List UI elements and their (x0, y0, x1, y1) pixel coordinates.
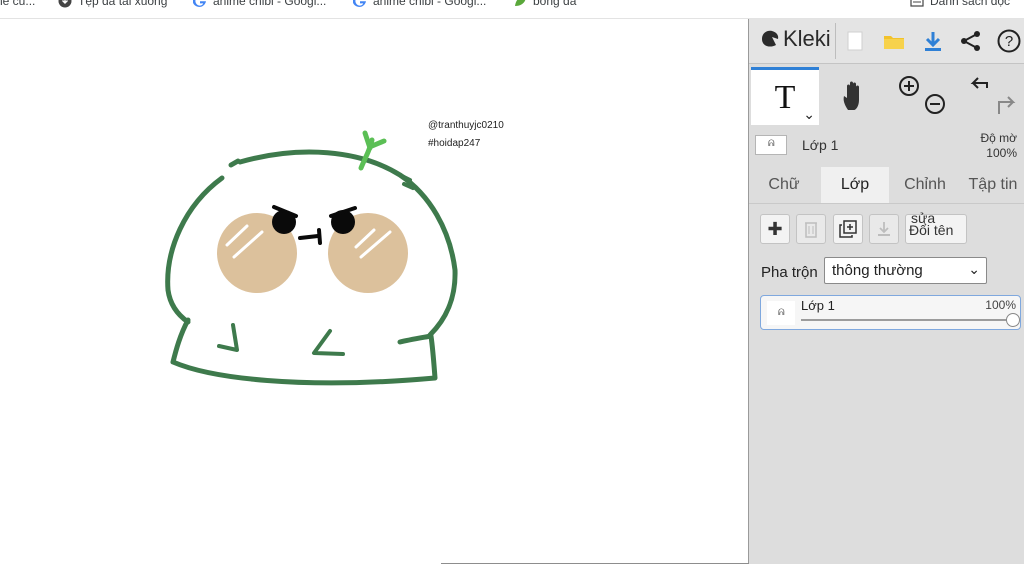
duplicate-icon (839, 220, 857, 238)
hand-tool-button[interactable] (821, 67, 889, 125)
blend-mode-select[interactable]: thông thường ⌄ (824, 257, 987, 284)
tool-row: T ⌄ (749, 67, 1024, 125)
panel-tabs: Chữ Lớp Chỉnh Tập tin (749, 167, 1024, 203)
tab-layers[interactable]: Lớp (821, 167, 889, 203)
leaf-icon (513, 0, 527, 8)
plus-icon: ✚ (767, 218, 783, 239)
new-page-icon[interactable] (843, 29, 867, 53)
bookmark-item[interactable]: ne cu... (0, 0, 35, 8)
kleki-logo[interactable]: Kleki (759, 26, 831, 52)
logo-text: Kleki (783, 26, 831, 51)
credit-hashtag: #hoidap247 (428, 138, 481, 149)
chevron-down-icon: ⌄ (968, 261, 980, 277)
reading-list-button[interactable]: Danh sách đọc (910, 0, 1010, 8)
opacity-label: Độ mờ (980, 131, 1017, 145)
folder-icon[interactable] (882, 29, 906, 53)
layer-thumbnail: ᕱ (755, 135, 787, 155)
blend-mode-label: Pha trộn (761, 264, 818, 281)
layer-opacity-value: 100% (985, 298, 1016, 312)
kleki-logo-icon (762, 30, 779, 47)
bookmark-item[interactable]: Tệp đã tải xuống (58, 0, 167, 8)
opacity-value: 100% (986, 146, 1017, 160)
tool-panel: Kleki ? T ⌄ ᕱ Lớp 1 Độ mờ 100% Chữ Lớp C… (748, 19, 1024, 564)
layers-panel: ✚ sửa Đổi tên Pha trộn thông thường ⌄ ᕱ … (749, 203, 1024, 564)
bookmark-label: bóng đá (533, 0, 577, 8)
trash-icon (805, 222, 817, 238)
merge-down-button[interactable] (869, 214, 899, 244)
chevron-down-icon[interactable]: ⌄ (803, 106, 815, 123)
add-layer-button[interactable]: ✚ (760, 214, 790, 244)
current-layer-name: Lớp 1 (802, 137, 839, 153)
hand-icon (843, 81, 859, 110)
bookmark-item[interactable]: anime chibi - Googl... (192, 0, 327, 8)
credit-username: @tranthuyjc0210 (428, 120, 504, 131)
slider-handle[interactable] (1006, 313, 1020, 327)
bookmarks-bar: ne cu... Tệp đã tải xuống anime chibi - … (0, 0, 1024, 19)
bookmark-label: ne cu... (0, 0, 36, 8)
bookmark-label: anime chibi - Googl... (373, 0, 487, 8)
tab-text[interactable]: Chữ (749, 167, 819, 203)
zoom-buttons[interactable] (891, 67, 955, 125)
delete-layer-button[interactable] (796, 214, 826, 244)
merge-down-icon (878, 222, 890, 236)
bookmark-label: Tệp đã tải xuống (78, 0, 168, 8)
tab-file[interactable]: Tập tin (961, 167, 1024, 203)
duplicate-layer-button[interactable] (833, 214, 863, 244)
google-icon (352, 0, 367, 8)
zoom-icon (899, 76, 945, 114)
blend-mode-value: thông thường (832, 262, 923, 279)
rename-layer-button[interactable]: sửa Đổi tên (905, 210, 967, 244)
share-icon[interactable] (959, 29, 983, 53)
current-layer-info: ᕱ Lớp 1 Độ mờ 100% (749, 127, 1024, 171)
bookmark-item[interactable]: bóng đá (513, 0, 576, 8)
bookmark-label: anime chibi - Googl... (213, 0, 327, 8)
text-tool-button[interactable]: T ⌄ (751, 67, 819, 125)
divider (835, 23, 836, 59)
layer-thumbnail: ᕱ (767, 301, 795, 325)
bookmark-item[interactable]: anime chibi - Googl... (352, 0, 487, 8)
opacity-readout: Độ mờ 100% (980, 131, 1017, 161)
google-icon (192, 0, 207, 8)
text-tool-icon: T (774, 78, 796, 116)
reading-list-icon (910, 0, 924, 8)
undo-redo-icon (970, 77, 1016, 114)
help-icon[interactable]: ? (997, 29, 1021, 53)
tab-edit[interactable]: Chỉnh (891, 167, 959, 203)
layer-list-item[interactable]: ᕱ Lớp 1 100% (760, 295, 1021, 330)
download-globe-icon (58, 0, 72, 8)
bookmark-label: Danh sách đọc (930, 0, 1011, 8)
layer-name: Lớp 1 (801, 298, 835, 313)
download-icon[interactable] (921, 29, 945, 53)
app-topbar: Kleki ? (749, 19, 1024, 64)
undo-redo-buttons[interactable] (957, 67, 1023, 125)
svg-text:?: ? (1005, 33, 1013, 50)
rename-label-line2: Đổi tên (909, 222, 954, 238)
layer-opacity-slider[interactable] (801, 319, 1011, 321)
drawing-canvas[interactable]: @tranthuyjc0210 #hoidap247 (0, 19, 748, 570)
chibi-drawing (165, 130, 458, 386)
